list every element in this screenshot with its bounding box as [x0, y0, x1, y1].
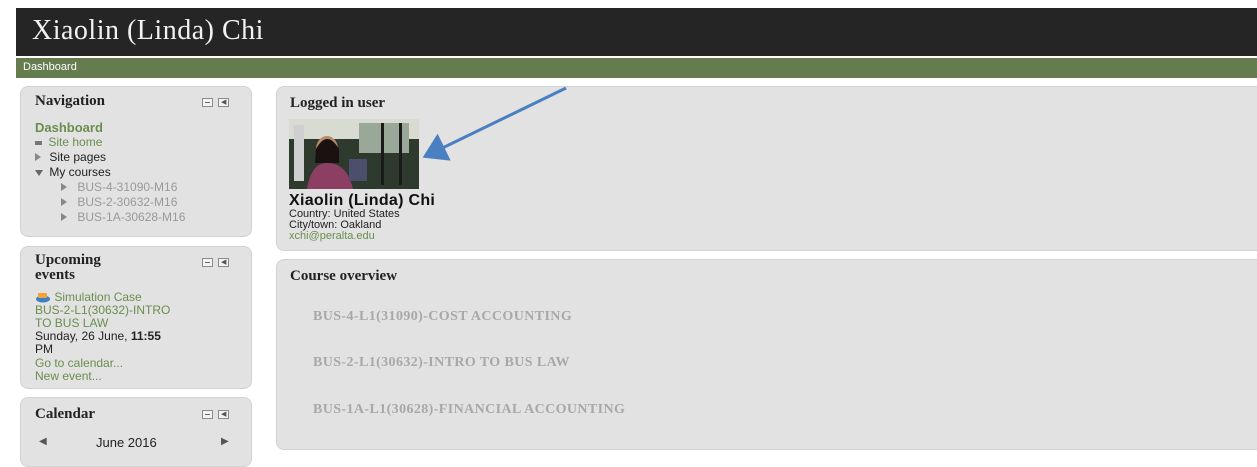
hide-block-icon[interactable] [202, 410, 213, 419]
expanded-arrow-icon [35, 170, 43, 176]
nav-dashboard[interactable]: Dashboard [35, 120, 103, 135]
course-link-3[interactable]: BUS-1A-L1(30628)-FINANCIAL ACCOUNTING [313, 402, 625, 418]
nav-course-label: BUS-1A-30628-M16 [77, 210, 186, 224]
course-overview-block: Course overview BUS-4-L1(31090)-COST ACC… [276, 259, 1257, 450]
event-time: 11:55 [130, 329, 161, 343]
navbar: Dashboard [16, 58, 1257, 78]
dock-block-icon[interactable]: ◀ [218, 258, 229, 267]
collapsed-arrow-icon [61, 183, 67, 191]
nav-course-label: BUS-4-31090-M16 [77, 180, 178, 194]
collapsed-arrow-icon [35, 153, 41, 161]
course-event-icon [36, 293, 50, 303]
breadcrumb-dashboard[interactable]: Dashboard [23, 61, 77, 73]
course-link-1[interactable]: BUS-4-L1(31090)-COST ACCOUNTING [313, 309, 572, 325]
hide-block-icon[interactable] [202, 98, 213, 107]
user-avatar[interactable] [289, 119, 419, 189]
collapsed-arrow-icon [61, 198, 67, 206]
upcoming-events-title: Upcoming events [35, 253, 101, 283]
hide-block-icon[interactable] [202, 258, 213, 267]
next-month-icon[interactable]: ▶ [221, 436, 229, 447]
nav-course-3[interactable]: BUS-1A-30628-M16 [61, 210, 185, 224]
event-name[interactable]: Simulation Case [54, 290, 141, 304]
logged-in-title: Logged in user [290, 95, 386, 111]
dock-block-icon[interactable]: ◀ [218, 98, 229, 107]
navigation-block: Navigation ◀ Dashboard Site home Site pa… [20, 86, 252, 237]
upcoming-events-block: Upcoming events ◀ Simulation Case BUS-2-… [20, 246, 252, 389]
site-header: Xiaolin (Linda) Chi [16, 8, 1257, 56]
calendar-title: Calendar [35, 406, 95, 422]
navigation-title: Navigation [35, 93, 106, 109]
event-time-suffix: PM [35, 342, 53, 356]
prev-month-icon[interactable]: ◀ [39, 436, 47, 447]
dash-icon [35, 140, 42, 145]
nav-my-courses-label: My courses [49, 165, 111, 179]
new-event-link[interactable]: New event... [35, 370, 170, 383]
nav-course-label: BUS-2-30632-M16 [77, 195, 178, 209]
user-email-link[interactable]: xchi@peralta.edu [289, 230, 375, 242]
event-date: Sunday, 26 June, 11:55 [35, 330, 170, 343]
collapsed-arrow-icon [61, 213, 67, 221]
calendar-block: Calendar ◀ ◀ June 2016 ▶ [20, 397, 252, 467]
course-link-2[interactable]: BUS-2-L1(30632)-INTRO TO BUS LAW [313, 355, 570, 371]
calendar-month: June 2016 [96, 435, 157, 450]
nav-course-2[interactable]: BUS-2-30632-M16 [61, 195, 177, 209]
event-date-text: Sunday, 26 June, [35, 329, 128, 343]
nav-course-1[interactable]: BUS-4-31090-M16 [61, 180, 177, 194]
nav-site-pages-label: Site pages [49, 150, 107, 164]
dock-block-icon[interactable]: ◀ [218, 410, 229, 419]
course-overview-title: Course overview [290, 268, 398, 284]
upcoming-title-line1: Upcoming [35, 252, 101, 268]
nav-site-home[interactable]: Site home [35, 135, 102, 149]
nav-site-pages[interactable]: Site pages [35, 150, 106, 164]
logged-in-user-block: Logged in user Xiaolin (Linda) Chi Count… [276, 86, 1257, 251]
nav-my-courses[interactable]: My courses [35, 165, 111, 179]
site-title[interactable]: Xiaolin (Linda) Chi [32, 15, 264, 47]
nav-site-home-label: Site home [48, 135, 103, 149]
upcoming-title-line2: events [35, 267, 75, 283]
